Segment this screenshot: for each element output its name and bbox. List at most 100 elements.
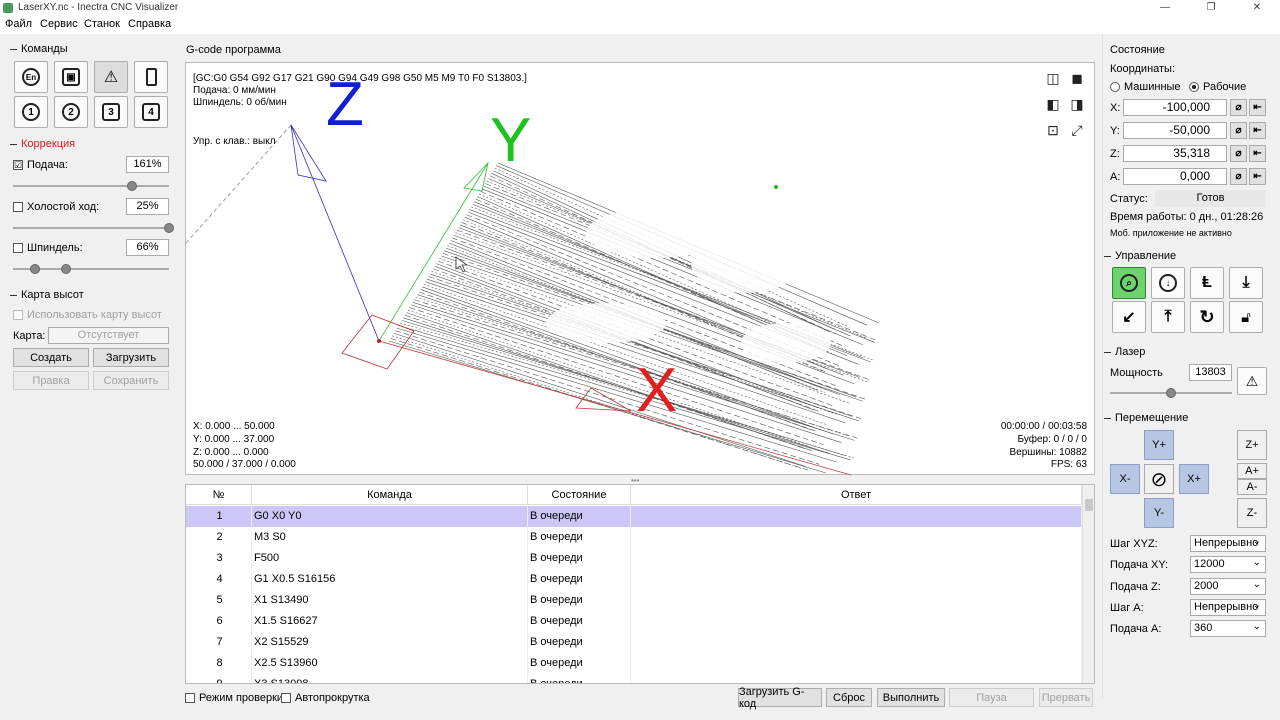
- command-3-button[interactable]: 3: [94, 96, 128, 128]
- col-header-command[interactable]: Команда: [252, 485, 528, 505]
- run-button[interactable]: Выполнить: [877, 688, 945, 707]
- table-row[interactable]: 9 X3 S13098 В очереди: [186, 674, 1082, 683]
- jog-stop-button[interactable]: ⊘: [1144, 464, 1174, 494]
- feed-override-slider[interactable]: [13, 185, 169, 187]
- use-heightmap-checkbox[interactable]: Использовать карту высот: [13, 309, 162, 321]
- jog-y-minus-button[interactable]: Y-: [1144, 498, 1174, 528]
- feed-override-value[interactable]: 161%: [126, 156, 169, 173]
- autoscroll-checkbox[interactable]: Автопрокрутка: [281, 692, 370, 704]
- table-row[interactable]: 5 X1 S13490 В очереди: [186, 590, 1082, 611]
- laser-test-button[interactable]: ⚠: [1237, 367, 1267, 395]
- feed-xy-select[interactable]: 12000: [1190, 555, 1266, 573]
- work-coords-radio[interactable]: Рабочие: [1189, 81, 1246, 93]
- command-1-button[interactable]: 1: [14, 96, 48, 128]
- probe-z-button[interactable]: ↓: [1151, 267, 1185, 299]
- feed-a-select[interactable]: 360: [1190, 619, 1266, 637]
- step-xyz-select[interactable]: Непрерывно: [1190, 534, 1266, 552]
- unlock-button[interactable]: 🔓︎: [1229, 301, 1263, 333]
- col-header-number[interactable]: №: [186, 485, 252, 505]
- command-en-button[interactable]: En: [14, 61, 48, 93]
- a-restore-button[interactable]: ⇤: [1249, 168, 1266, 185]
- row-response: [631, 674, 1082, 683]
- feed-z-select[interactable]: 2000: [1190, 577, 1266, 595]
- command-laser-test-button[interactable]: ⚠: [94, 61, 128, 93]
- row-response: [631, 611, 1082, 632]
- menu-help[interactable]: Справка: [128, 18, 171, 30]
- scrollbar-thumb[interactable]: [1085, 499, 1093, 511]
- y-restore-button[interactable]: ⇤: [1249, 122, 1266, 139]
- table-row[interactable]: 4 G1 X0.5 S16156 В очереди: [186, 569, 1082, 590]
- maximize-button[interactable]: ❐: [1188, 0, 1234, 16]
- feed-override-checkbox[interactable]: ☑ Подача:: [13, 159, 68, 171]
- y-zero-button[interactable]: ⌀: [1230, 122, 1247, 139]
- command-4-button[interactable]: 4: [134, 96, 168, 128]
- jog-z-plus-button[interactable]: Z+: [1237, 430, 1267, 460]
- x-zero-button[interactable]: ⌀: [1230, 99, 1247, 116]
- a-zero-button[interactable]: ⌀: [1230, 168, 1247, 185]
- x-restore-button[interactable]: ⇤: [1249, 99, 1266, 116]
- create-heightmap-button[interactable]: Создать: [13, 348, 89, 367]
- table-row[interactable]: 3 F500 В очереди: [186, 548, 1082, 569]
- menu-machine[interactable]: Станок: [84, 18, 120, 30]
- close-button[interactable]: ✕: [1234, 0, 1280, 16]
- view-left-icon[interactable]: ◨: [1068, 95, 1086, 113]
- jog-x-minus-button[interactable]: X-: [1110, 464, 1140, 494]
- spindle-override-value[interactable]: 66%: [126, 239, 169, 256]
- feed-override-knob[interactable]: [126, 181, 137, 191]
- menu-file[interactable]: Файл: [5, 18, 32, 30]
- rapid-override-checkbox[interactable]: Холостой ход:: [13, 201, 99, 213]
- command-2-button[interactable]: 2: [54, 96, 88, 128]
- rapid-override-slider[interactable]: [13, 227, 169, 229]
- edit-heightmap-button[interactable]: Правка: [13, 371, 89, 390]
- laser-power-knob[interactable]: [1166, 388, 1176, 398]
- abort-button[interactable]: Прервать: [1039, 688, 1093, 707]
- minimize-button[interactable]: —: [1142, 0, 1188, 16]
- view-top-icon[interactable]: ◫: [1044, 69, 1062, 87]
- restore-origin-button[interactable]: ↙: [1112, 301, 1146, 333]
- jog-y-plus-button[interactable]: Y+: [1144, 430, 1174, 460]
- soft-reset-button[interactable]: ↻: [1190, 301, 1224, 333]
- rapid-override-value[interactable]: 25%: [126, 198, 169, 215]
- table-row[interactable]: 7 X2 S15529 В очереди: [186, 632, 1082, 653]
- load-heightmap-button[interactable]: Загрузить: [93, 348, 169, 367]
- move-section-title: Перемещение: [1104, 412, 1188, 424]
- table-row[interactable]: 1 G0 X0 Y0 В очереди: [186, 506, 1082, 527]
- zero-z-button[interactable]: ⤓: [1229, 267, 1263, 299]
- load-gcode-button[interactable]: Загрузить G-код: [738, 686, 822, 710]
- jog-a-plus-button[interactable]: A+: [1237, 463, 1267, 479]
- spindle-override-checkbox[interactable]: Шпиндель:: [13, 242, 83, 254]
- z-restore-button[interactable]: ⇤: [1249, 145, 1266, 162]
- rapid-override-knob[interactable]: [164, 223, 174, 233]
- home-button[interactable]: ⌕: [1112, 267, 1146, 299]
- spindle-override-knob[interactable]: [61, 264, 72, 274]
- menu-service[interactable]: Сервис: [40, 18, 78, 30]
- command-frame-button[interactable]: ▣: [54, 61, 88, 93]
- safe-position-button[interactable]: ⤒: [1151, 301, 1185, 333]
- jog-x-plus-button[interactable]: X+: [1179, 464, 1209, 494]
- gcode-3d-view[interactable]: Z Y X [GC:G0 G54 G92 G17 G21 G90 G94 G49…: [185, 62, 1095, 476]
- col-header-response[interactable]: Ответ: [631, 485, 1082, 505]
- view-iso-icon[interactable]: ◼: [1068, 69, 1086, 87]
- table-row[interactable]: 2 M3 S0 В очереди: [186, 527, 1082, 548]
- command-mobile-button[interactable]: [134, 61, 168, 93]
- table-row[interactable]: 8 X2.5 S13960 В очереди: [186, 653, 1082, 674]
- z-zero-button[interactable]: ⌀: [1230, 145, 1247, 162]
- zoom-fit-icon[interactable]: ⊡: [1044, 121, 1062, 139]
- zero-xy-button[interactable]: Ⱡ: [1190, 267, 1224, 299]
- laser-power-value[interactable]: 13803: [1189, 364, 1232, 381]
- reset-button[interactable]: Сброс: [826, 688, 872, 707]
- map-field[interactable]: Отсутствует: [48, 327, 169, 344]
- pause-button[interactable]: Пауза: [949, 688, 1034, 707]
- spindle-min-knob[interactable]: [30, 264, 40, 274]
- save-heightmap-button[interactable]: Сохранить: [93, 371, 169, 390]
- col-header-state[interactable]: Состояние: [528, 485, 631, 505]
- check-mode-checkbox[interactable]: Режим проверки: [185, 692, 283, 704]
- jog-a-minus-button[interactable]: A-: [1237, 479, 1267, 495]
- view-front-icon[interactable]: ◧: [1044, 95, 1062, 113]
- fullscreen-icon[interactable]: ⤢: [1068, 121, 1086, 139]
- jog-z-minus-button[interactable]: Z-: [1237, 498, 1267, 528]
- table-scrollbar[interactable]: [1082, 485, 1094, 683]
- table-row[interactable]: 6 X1.5 S16627 В очереди: [186, 611, 1082, 632]
- machine-coords-radio[interactable]: Машинные: [1110, 81, 1181, 93]
- step-a-select[interactable]: Непрерывно: [1190, 598, 1266, 616]
